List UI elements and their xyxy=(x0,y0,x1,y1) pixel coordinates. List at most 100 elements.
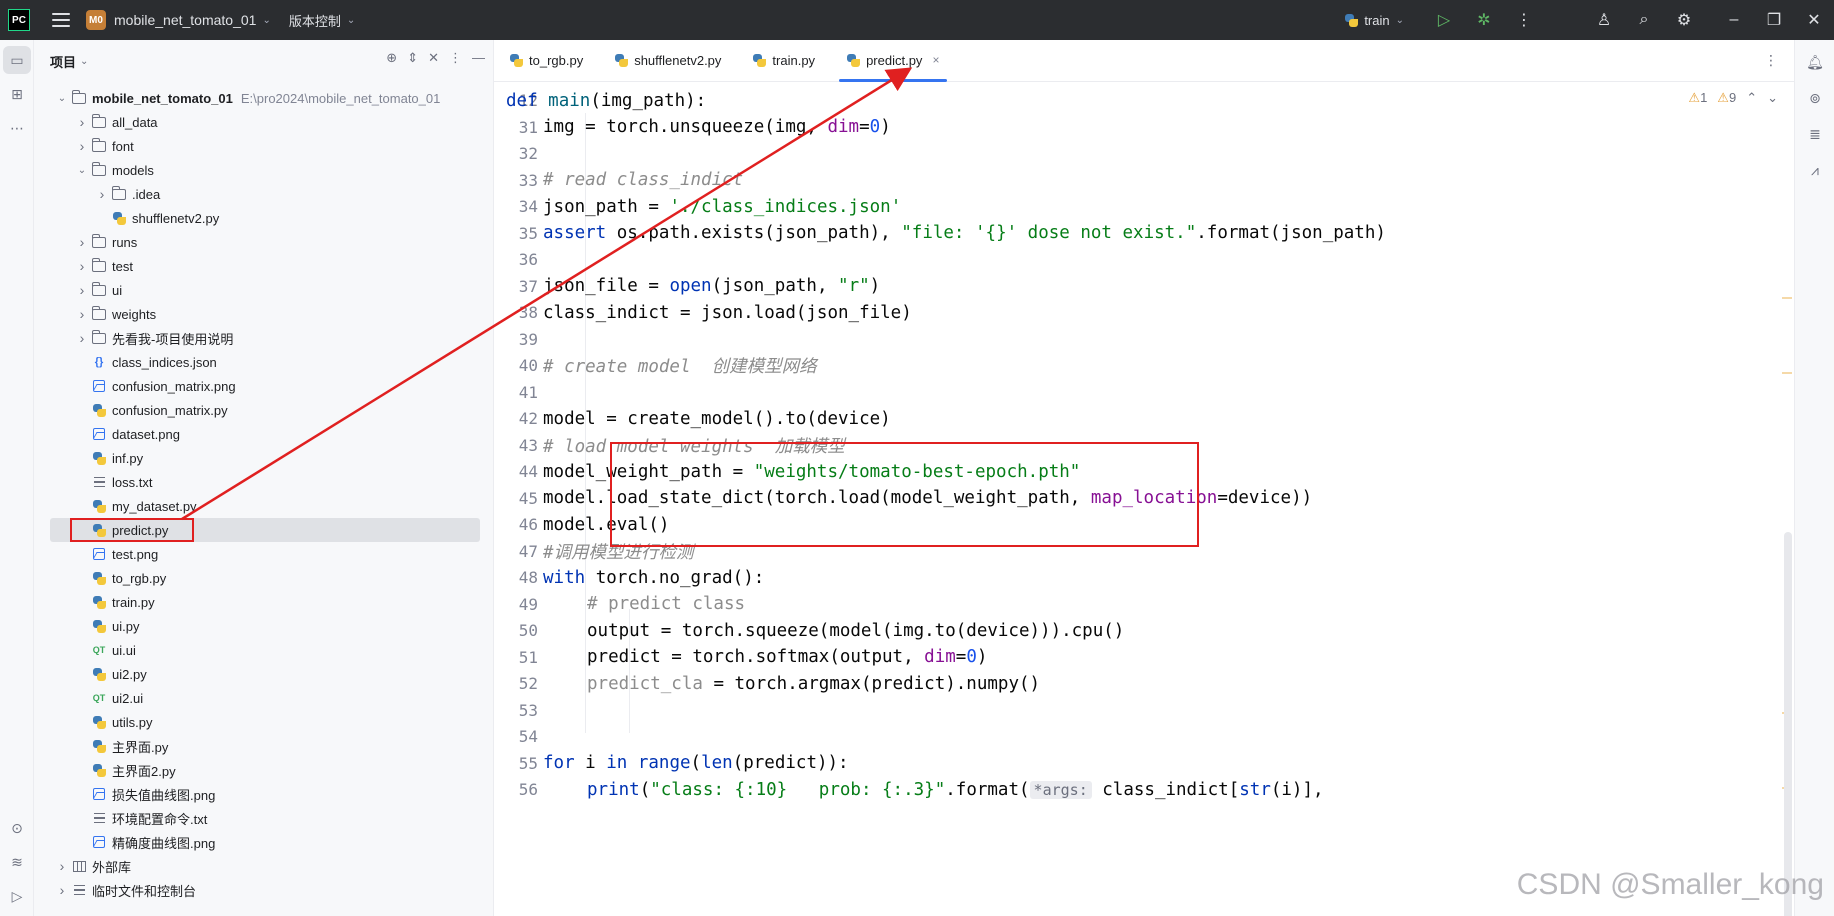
tree-item[interactable]: 主界面2.py xyxy=(34,758,494,782)
chevron-right-icon[interactable]: › xyxy=(74,138,90,154)
tree-item[interactable]: › 外部库 xyxy=(34,854,494,878)
run-icon[interactable]: ▷ xyxy=(1424,0,1464,40)
chevron-right-icon[interactable]: › xyxy=(54,858,70,874)
python-console-icon[interactable]: ⊙ xyxy=(3,814,31,842)
run-config-selector[interactable]: train ⌄ xyxy=(1345,13,1404,28)
line-number: 38 xyxy=(518,303,538,322)
tree-item[interactable]: my_dataset.py xyxy=(34,494,494,518)
options-icon[interactable]: ⋮ xyxy=(449,50,462,66)
close-icon[interactable]: ✕ xyxy=(1794,0,1834,40)
tree-item[interactable]: › 临时文件和控制台 xyxy=(34,878,494,902)
tree-item[interactable]: ui.py xyxy=(34,614,494,638)
expand-icon[interactable]: ⇕ xyxy=(407,50,418,66)
tree-item[interactable]: utils.py xyxy=(34,710,494,734)
settings-icon[interactable]: ⚙ xyxy=(1664,0,1704,40)
code-token: i xyxy=(585,753,607,773)
tree-item[interactable]: › test xyxy=(34,254,494,278)
tree-item[interactable]: › ui xyxy=(34,278,494,302)
tree-item[interactable]: › weights xyxy=(34,302,494,326)
vcs-menu[interactable]: 版本控制 xyxy=(289,11,341,30)
chevron-right-icon[interactable]: › xyxy=(74,306,90,322)
tree-item[interactable]: train.py xyxy=(34,590,494,614)
chevron-down-icon[interactable]: ⌄ xyxy=(74,165,90,176)
tree-item[interactable]: 精确度曲线图.png xyxy=(34,830,494,854)
more-icon[interactable]: ⋯ xyxy=(3,114,31,142)
tree-item[interactable]: QT ui2.ui xyxy=(34,686,494,710)
tree-item[interactable]: to_rgb.py xyxy=(34,566,494,590)
chevron-right-icon[interactable]: › xyxy=(74,282,90,298)
tree-item[interactable]: {} class_indices.json xyxy=(34,350,494,374)
tree-item[interactable]: 环境配置命令.txt xyxy=(34,806,494,830)
folder-icon xyxy=(110,185,128,202)
tree-item[interactable]: QT ui.ui xyxy=(34,638,494,662)
minimize-icon[interactable]: – xyxy=(1714,0,1754,40)
line-number: 45 xyxy=(518,488,538,508)
tree-item[interactable]: › all_data xyxy=(34,110,494,134)
chevron-down-icon[interactable]: ⌄ xyxy=(347,15,355,26)
line-code: with torch.no_grad(): xyxy=(543,568,764,588)
chevron-down-icon[interactable]: ⌄ xyxy=(80,56,88,67)
project-badge[interactable]: M0 xyxy=(86,10,106,30)
hamburger-menu-icon[interactable] xyxy=(52,13,70,27)
tree-item[interactable]: dataset.png xyxy=(34,422,494,446)
structure-icon[interactable]: ⊞ xyxy=(3,80,31,108)
tree-item[interactable]: › 先看我-项目使用说明 xyxy=(34,326,494,350)
tree-item[interactable]: › .idea xyxy=(34,182,494,206)
python-file-icon xyxy=(90,402,108,418)
ai-assistant-icon[interactable]: ⊚ xyxy=(1801,84,1829,112)
line-number: 53 xyxy=(518,700,538,720)
chevron-right-icon[interactable]: › xyxy=(54,882,70,898)
debug-icon[interactable]: ✲ xyxy=(1464,0,1504,40)
database-icon[interactable]: ≣ xyxy=(1801,120,1829,148)
code-line[interactable]: 56 print("class: {:10} prob: {:.3}".forma… xyxy=(494,774,1794,805)
collapse-icon[interactable]: ✕ xyxy=(428,50,439,66)
chevron-right-icon[interactable]: › xyxy=(94,186,110,202)
editor-tab[interactable]: shufflenetv2.py xyxy=(599,39,737,81)
tree-item[interactable]: ui2.py xyxy=(34,662,494,686)
tree-item[interactable]: 主界面.py xyxy=(34,734,494,758)
tree-item[interactable]: ⌄ models xyxy=(34,158,494,182)
run-icon[interactable]: ▷ xyxy=(3,882,31,910)
tree-item[interactable]: › font xyxy=(34,134,494,158)
more-icon[interactable]: ⋮ xyxy=(1504,0,1544,40)
editor-tabs: to_rgb.py shufflenetv2.py train.py predict.… xyxy=(494,40,1794,82)
tree-item[interactable]: inf.py xyxy=(34,446,494,470)
close-tab-icon[interactable]: × xyxy=(932,53,939,67)
tree-item[interactable]: loss.txt xyxy=(34,470,494,494)
editor-tab[interactable]: train.py xyxy=(737,39,831,81)
project-path: E:\pro2024\mobile_net_tomato_01 xyxy=(240,90,441,106)
tree-item[interactable]: test.png xyxy=(34,542,494,566)
tree-item[interactable]: confusion_matrix.png xyxy=(34,374,494,398)
hide-icon[interactable]: — xyxy=(472,50,485,66)
tree-item-label: 环境配置命令.txt xyxy=(112,811,208,827)
chevron-right-icon[interactable]: › xyxy=(74,258,90,274)
search-icon[interactable]: ⌕ xyxy=(1624,0,1664,40)
tree-item[interactable]: ⌄ mobile_net_tomato_01 E:\pro2024\mobile_n… xyxy=(34,86,494,110)
tabs-more-icon[interactable]: ⋮ xyxy=(1764,52,1778,69)
editor-tab[interactable]: predict.py × xyxy=(831,39,955,82)
code-token: def xyxy=(506,90,549,111)
layers-icon[interactable]: ≋ xyxy=(3,848,31,876)
sciview-icon[interactable]: ⩘ xyxy=(1801,156,1829,184)
tree-item-label: test xyxy=(112,258,133,274)
chevron-right-icon[interactable]: › xyxy=(74,234,90,250)
project-name[interactable]: mobile_net_tomato_01 xyxy=(114,12,256,28)
chevron-down-icon[interactable]: ⌄ xyxy=(262,15,270,26)
restore-icon[interactable]: ❐ xyxy=(1754,0,1794,40)
add-user-icon[interactable]: ♙ xyxy=(1584,0,1624,40)
tree-item[interactable]: 损失值曲线图.png xyxy=(34,782,494,806)
code-token: dim xyxy=(827,117,860,137)
locate-icon[interactable]: ⊕ xyxy=(386,50,397,66)
line-number: 43 xyxy=(518,435,538,455)
editor-tab[interactable]: to_rgb.py xyxy=(494,39,599,81)
python-file-icon xyxy=(90,594,108,610)
chevron-right-icon[interactable]: › xyxy=(74,114,90,130)
chevron-down-icon[interactable]: ⌄ xyxy=(54,93,70,104)
tree-item[interactable]: › runs xyxy=(34,230,494,254)
line-number: 41 xyxy=(518,382,538,402)
tree-item[interactable]: confusion_matrix.py xyxy=(34,398,494,422)
project-icon[interactable]: ▭ xyxy=(3,46,31,74)
notifications-icon[interactable]: 🔔︎ xyxy=(1801,48,1829,76)
tree-item[interactable]: shufflenetv2.py xyxy=(34,206,494,230)
chevron-right-icon[interactable]: › xyxy=(74,330,90,346)
